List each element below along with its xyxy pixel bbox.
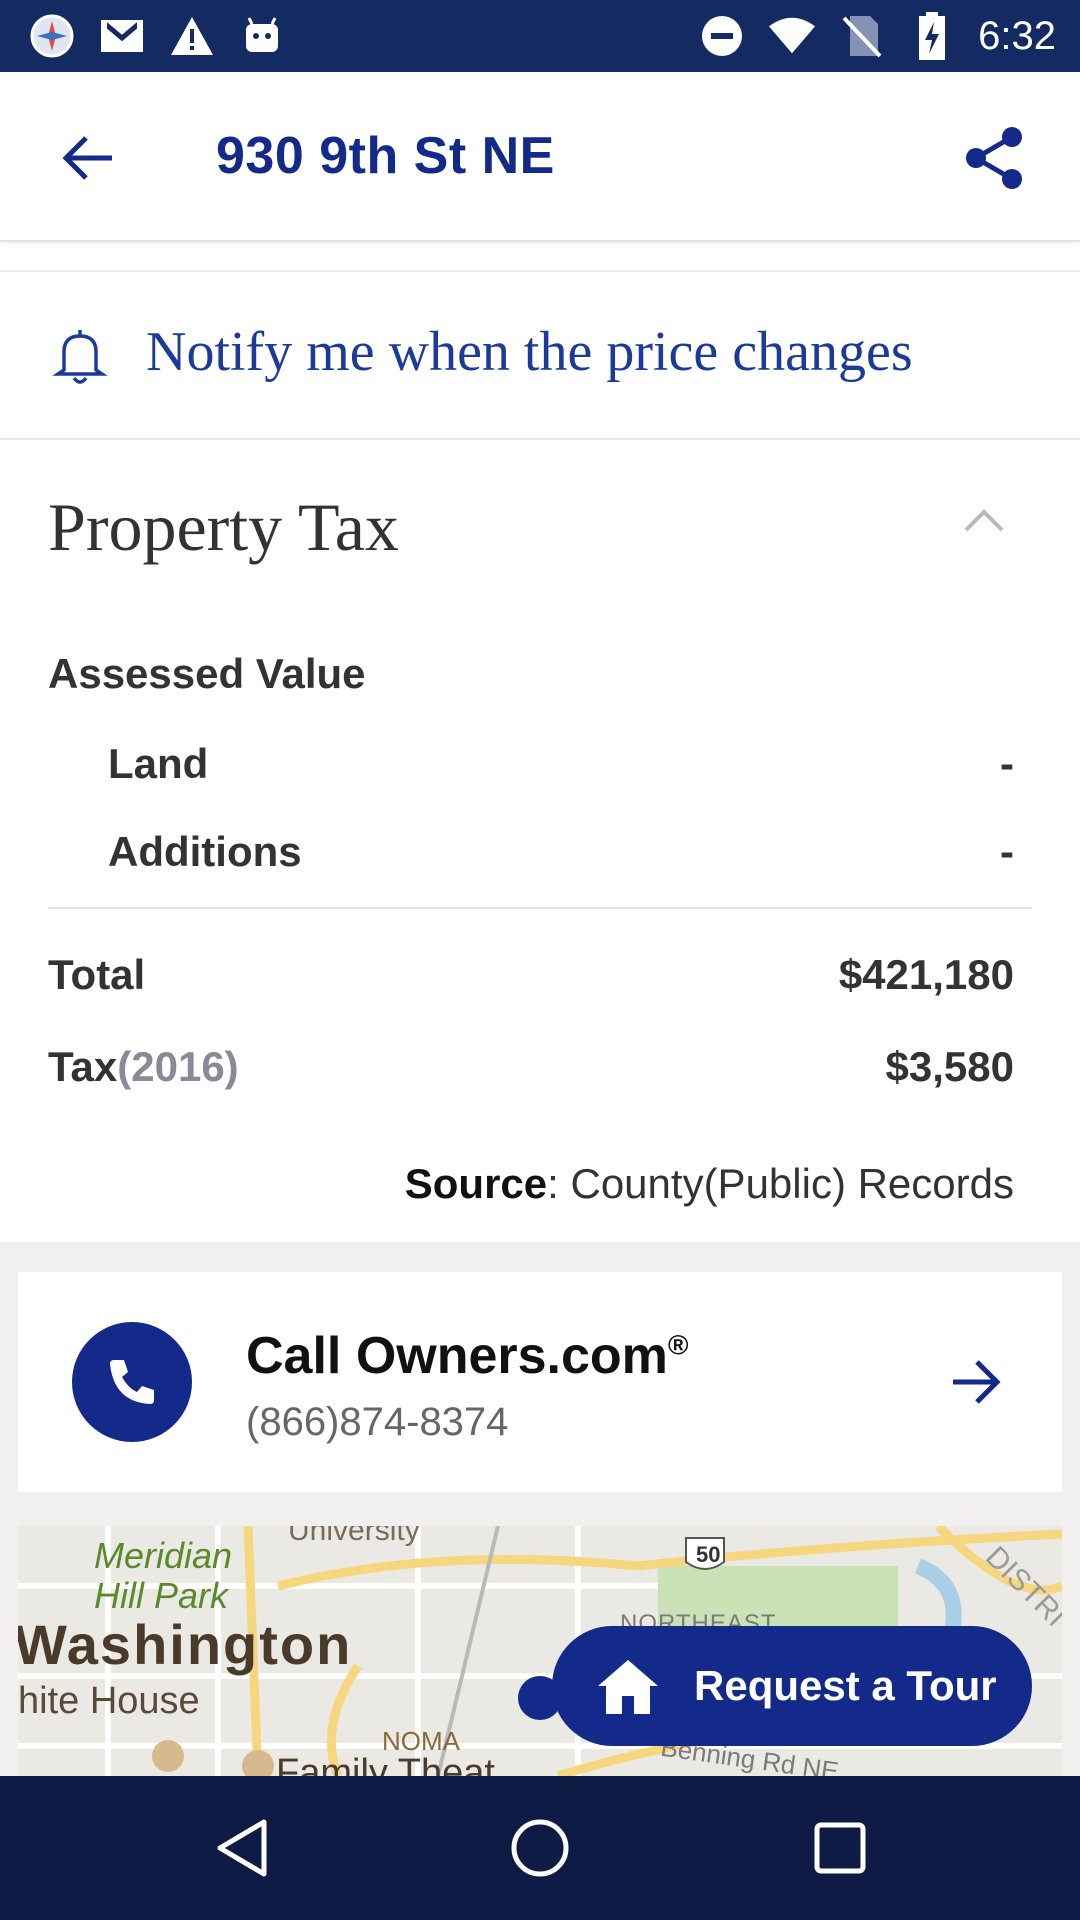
tax-label: Tax (48, 1043, 118, 1090)
map-label-fragment: Family Theat (276, 1752, 495, 1776)
price-change-alert[interactable]: Notify me when the price changes (0, 272, 1080, 440)
source-value: : County(Public) Records (547, 1160, 1014, 1207)
map-label-park: Meridian Hill Park (94, 1535, 233, 1616)
android-icon (238, 12, 286, 60)
source-note: Source: County(Public) Records (405, 1160, 1014, 1208)
request-tour-label: Request a Tour (694, 1662, 997, 1709)
collapse-button[interactable] (948, 496, 1020, 546)
land-value: - (1000, 740, 1014, 787)
warning-icon (168, 12, 216, 60)
share-button[interactable] (954, 118, 1034, 198)
nav-back-button[interactable] (206, 1812, 278, 1884)
home-icon (598, 1660, 658, 1714)
phone-number: (866)874-8374 (246, 1400, 509, 1444)
do-not-disturb-icon (698, 12, 746, 60)
compass-icon (28, 12, 76, 60)
back-button[interactable] (52, 122, 124, 194)
call-owners-card[interactable]: Call Owners.com® (866)874-8374 (18, 1272, 1062, 1492)
phone-button (72, 1322, 192, 1442)
source-label: Source (404, 1160, 548, 1207)
circle-home-icon (511, 1819, 569, 1877)
chevron-up-icon (964, 509, 1004, 532)
call-title: Call Owners.com® (246, 1327, 689, 1385)
divider (48, 907, 1032, 909)
no-sim-icon (838, 12, 886, 60)
gmail-icon (98, 12, 146, 60)
route-50-shield: 50 (696, 1542, 721, 1567)
map-label-city: Washington (18, 1613, 353, 1676)
assessed-value-label: Assessed Value (48, 650, 366, 697)
additions-label: Additions (108, 828, 302, 875)
trademark: ® (667, 1329, 689, 1361)
wifi-icon (768, 12, 816, 60)
map-label-university: University (288, 1526, 420, 1547)
tax-value: $3,580 (885, 1043, 1014, 1090)
system-nav-bar (0, 1776, 1080, 1920)
request-tour-button[interactable]: Request a Tour (552, 1626, 1032, 1746)
share-icon (966, 127, 1022, 189)
clock: 6:32 (978, 13, 1056, 58)
status-bar: 6:32 (0, 0, 1080, 72)
page-title: 930 9th St NE (216, 127, 555, 185)
arrow-left-icon (62, 136, 112, 180)
additions-value: - (1000, 828, 1014, 875)
land-label: Land (108, 740, 209, 787)
tax-year: (2016) (117, 1043, 239, 1090)
nav-recents-button[interactable] (804, 1812, 876, 1884)
battery-charging-icon (908, 12, 956, 60)
triangle-back-icon (217, 1819, 267, 1877)
app-bar: 930 9th St NE (0, 72, 1080, 242)
bell-icon (52, 330, 108, 384)
arrow-right-icon (946, 1352, 1006, 1412)
total-value: $421,180 (838, 951, 1014, 998)
square-recents-icon (814, 1822, 866, 1874)
nav-home-button[interactable] (504, 1812, 576, 1884)
notify-label: Notify me when the price changes (146, 321, 913, 383)
total-label: Total (48, 951, 146, 998)
section-title: Property Tax (48, 489, 399, 565)
phone-icon (110, 1360, 154, 1404)
map-label-white-house: hite House (18, 1680, 200, 1722)
